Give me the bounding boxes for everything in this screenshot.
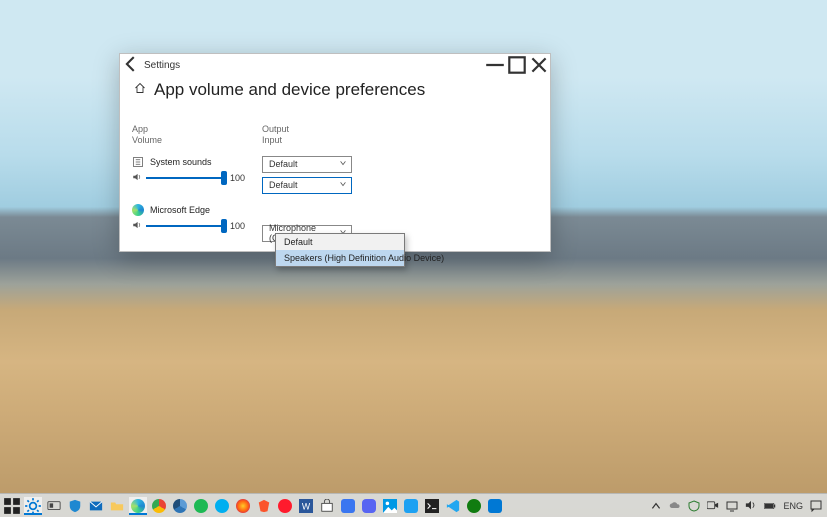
volume-icon[interactable] bbox=[132, 220, 142, 232]
tray-volume-icon[interactable] bbox=[745, 500, 757, 512]
column-header-volume-label: Volume bbox=[132, 135, 252, 146]
system-tray: ENG bbox=[650, 500, 824, 512]
taskbar-terminal[interactable] bbox=[423, 497, 441, 515]
taskbar-store[interactable] bbox=[318, 497, 336, 515]
taskbar-settings[interactable] bbox=[24, 497, 42, 515]
system-sounds-icon bbox=[132, 156, 144, 168]
input-select-system-sounds[interactable]: Default bbox=[262, 177, 352, 194]
column-header-output-label: Output bbox=[262, 124, 289, 134]
taskbar-start[interactable] bbox=[3, 497, 21, 515]
app-row-system-sounds: System sounds 100 bbox=[132, 156, 252, 194]
taskbar-file-explorer[interactable] bbox=[108, 497, 126, 515]
column-header-output: Output Input bbox=[262, 124, 538, 146]
taskbar-opera[interactable] bbox=[276, 497, 294, 515]
app-name: System sounds bbox=[150, 157, 212, 167]
edge-icon bbox=[132, 204, 144, 216]
column-header-app: App Volume bbox=[132, 124, 252, 146]
input-select-dropdown: Default Speakers (High Definition Audio … bbox=[275, 233, 405, 267]
taskbar-groove[interactable] bbox=[486, 497, 504, 515]
taskbar-firefox[interactable] bbox=[234, 497, 252, 515]
tray-defender-icon[interactable] bbox=[688, 500, 700, 512]
volume-slider[interactable] bbox=[146, 173, 226, 183]
chevron-down-icon bbox=[339, 180, 347, 190]
settings-content: App volume and device preferences App Vo… bbox=[120, 76, 550, 250]
select-value: Default bbox=[269, 159, 298, 169]
home-icon[interactable] bbox=[134, 81, 146, 99]
output-select-system-sounds[interactable]: Default bbox=[262, 156, 352, 173]
taskbar-xbox[interactable] bbox=[465, 497, 483, 515]
tray-network-icon[interactable] bbox=[726, 500, 738, 512]
dropdown-option-speakers[interactable]: Speakers (High Definition Audio Device) bbox=[276, 250, 404, 266]
select-value: Default bbox=[269, 180, 298, 190]
chevron-down-icon bbox=[339, 159, 347, 169]
maximize-button[interactable] bbox=[506, 54, 528, 76]
tray-meet-now-icon[interactable] bbox=[707, 500, 719, 512]
taskbar-photos[interactable] bbox=[381, 497, 399, 515]
taskbar: W ENG bbox=[0, 493, 827, 517]
tray-chevron-up-icon[interactable] bbox=[650, 500, 662, 512]
device-cell-system-sounds: Default Default bbox=[262, 156, 538, 194]
taskbar-discord[interactable] bbox=[360, 497, 378, 515]
back-button[interactable] bbox=[120, 53, 142, 78]
column-header-app-label: App bbox=[132, 124, 148, 134]
column-header-input-label: Input bbox=[262, 135, 538, 146]
volume-value: 100 bbox=[230, 173, 252, 183]
taskbar-chrome[interactable] bbox=[150, 497, 168, 515]
page-title: App volume and device preferences bbox=[154, 80, 425, 100]
tray-battery-icon[interactable] bbox=[764, 500, 776, 512]
taskbar-signal[interactable] bbox=[339, 497, 357, 515]
taskbar-spotify[interactable] bbox=[192, 497, 210, 515]
taskbar-edge[interactable] bbox=[129, 497, 147, 515]
taskbar-skype[interactable] bbox=[213, 497, 231, 515]
taskbar-security[interactable] bbox=[66, 497, 84, 515]
taskbar-twitter[interactable] bbox=[402, 497, 420, 515]
close-button[interactable] bbox=[528, 54, 550, 76]
window-title: Settings bbox=[142, 60, 180, 71]
taskbar-brave[interactable] bbox=[255, 497, 273, 515]
tray-notifications-icon[interactable] bbox=[810, 500, 822, 512]
taskbar-word[interactable]: W bbox=[297, 497, 315, 515]
tray-language-icon[interactable]: ENG bbox=[783, 500, 803, 512]
app-name: Microsoft Edge bbox=[150, 205, 210, 215]
volume-icon[interactable] bbox=[132, 172, 142, 184]
minimize-button[interactable] bbox=[484, 54, 506, 76]
settings-window: Settings App volume and device preferenc… bbox=[119, 53, 551, 252]
svg-text:W: W bbox=[302, 501, 311, 511]
taskbar-mail[interactable] bbox=[87, 497, 105, 515]
taskbar-vscode[interactable] bbox=[444, 497, 462, 515]
dropdown-option-default[interactable]: Default bbox=[276, 234, 404, 250]
taskbar-task-view[interactable] bbox=[45, 497, 63, 515]
app-row-microsoft-edge: Microsoft Edge 100 bbox=[132, 204, 252, 242]
volume-slider[interactable] bbox=[146, 221, 226, 231]
tray-onedrive-icon[interactable] bbox=[669, 500, 681, 512]
window-titlebar: Settings bbox=[120, 54, 550, 76]
taskbar-chromium[interactable] bbox=[171, 497, 189, 515]
volume-value: 100 bbox=[230, 221, 252, 231]
